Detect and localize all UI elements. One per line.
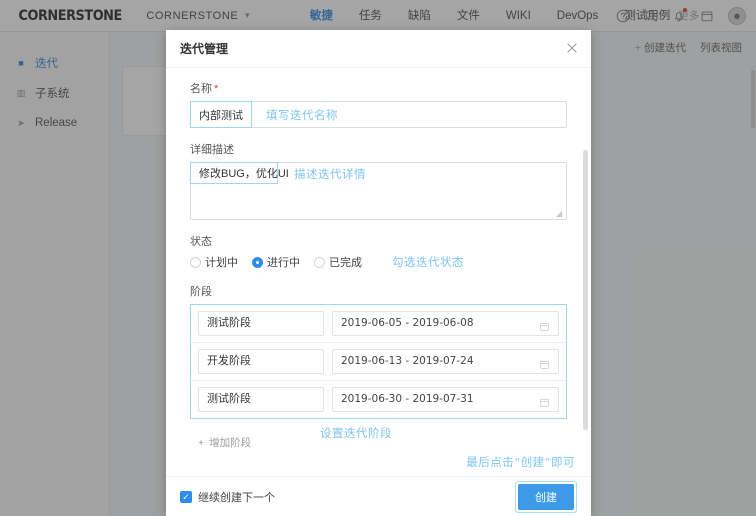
resize-grip-icon[interactable]: ◢ [556, 210, 564, 218]
add-phase-row: + 增加阶段 设置迭代阶段 [190, 426, 567, 457]
radio-dot-icon [190, 256, 201, 268]
dialog-title: 迭代管理 [180, 42, 229, 56]
phase-date-range-input[interactable]: 2019-06-13 - 2019-07-24 [332, 349, 559, 374]
radio-label: 计划中 [205, 257, 238, 269]
radio-planned[interactable]: 计划中 [190, 254, 238, 270]
status-radio-group: 计划中 进行中 已完成 勾选迭代状态 [190, 254, 567, 270]
phase-name-input[interactable]: 测试阶段 [198, 311, 324, 336]
dialog-footer: ✓ 继续创建下一个 创建 [166, 476, 591, 516]
calendar-icon[interactable] [539, 356, 550, 369]
continue-create-label: 继续创建下一个 [198, 491, 275, 504]
dialog-scrollbar-thumb[interactable] [583, 150, 588, 430]
required-asterisk: * [214, 83, 219, 95]
phase-name-input[interactable]: 开发阶段 [198, 349, 324, 374]
phase-date-value: 2019-06-30 - 2019-07-31 [341, 393, 474, 405]
dialog-body: 名称 * 内部测试 填写迭代名称 详细描述 ◢ 修改BUG，优化UI 描述迭代详情 [166, 68, 591, 476]
field-status: 状态 计划中 进行中 已完成 勾选迭代状态 [190, 233, 567, 270]
app-root: CORNERSTONE CORNERSTONE ▼ 敏捷 任务 缺陷 文件 WI… [0, 0, 756, 516]
close-icon[interactable] [565, 41, 579, 55]
plus-icon: + [198, 436, 205, 449]
calendar-icon[interactable] [539, 318, 550, 331]
radio-dot-selected-icon [252, 256, 263, 268]
field-description: 详细描述 ◢ 修改BUG，优化UI 描述迭代详情 [190, 141, 567, 220]
phase-row: 测试阶段 2019-06-05 - 2019-06-08 [191, 305, 566, 342]
phase-row: 测试阶段 2019-06-30 - 2019-07-31 [191, 380, 566, 418]
radio-dot-icon [314, 256, 325, 268]
field-name: 名称 * 内部测试 填写迭代名称 [190, 80, 567, 128]
phase-annotation: 设置迭代阶段 [320, 426, 392, 440]
status-annotation: 勾选迭代状态 [392, 255, 464, 269]
create-button[interactable]: 创建 [518, 483, 574, 510]
radio-completed[interactable]: 已完成 [314, 254, 362, 270]
name-input-value[interactable]: 内部测试 [190, 101, 252, 128]
description-label: 详细描述 [190, 144, 234, 156]
description-annotation: 描述迭代详情 [294, 167, 366, 181]
checkbox-checked-icon: ✓ [180, 490, 192, 503]
add-phase-button[interactable]: + 增加阶段 [198, 435, 251, 450]
final-annotation: 最后点击“创建”即可 [466, 455, 575, 469]
phase-date-value: 2019-06-05 - 2019-06-08 [341, 317, 474, 329]
phase-label: 阶段 [190, 286, 212, 298]
radio-label: 进行中 [267, 257, 300, 269]
phase-name-input[interactable]: 测试阶段 [198, 387, 324, 412]
name-input-wrap: 内部测试 填写迭代名称 [190, 101, 567, 128]
radio-in-progress[interactable]: 进行中 [252, 254, 300, 270]
name-label: 名称 * [190, 80, 567, 96]
phase-date-range-input[interactable]: 2019-06-05 - 2019-06-08 [332, 311, 559, 336]
phase-date-value: 2019-06-13 - 2019-07-24 [341, 355, 474, 367]
status-label: 状态 [190, 236, 212, 248]
name-label-text: 名称 [190, 83, 212, 95]
radio-label: 已完成 [329, 257, 362, 269]
description-input-wrap: ◢ 修改BUG，优化UI 描述迭代详情 [190, 162, 567, 220]
phase-date-range-input[interactable]: 2019-06-30 - 2019-07-31 [332, 387, 559, 412]
create-button-focus-ring: 创建 [515, 480, 577, 513]
description-value[interactable]: 修改BUG，优化UI [190, 162, 289, 184]
dialog-header: 迭代管理 [166, 30, 591, 68]
field-phases: 阶段 测试阶段 2019-06-05 - 2019-06-08 开发阶段 201… [190, 283, 567, 457]
calendar-icon[interactable] [539, 394, 550, 407]
iteration-management-dialog: 迭代管理 名称 * 内部测试 填写迭代名称 详细描述 ◢ 修改BUG，优化UI … [166, 30, 591, 516]
add-phase-label: 增加阶段 [209, 437, 252, 449]
phase-row: 开发阶段 2019-06-13 - 2019-07-24 [191, 342, 566, 380]
phase-list: 测试阶段 2019-06-05 - 2019-06-08 开发阶段 2019-0… [190, 304, 567, 419]
continue-create-checkbox[interactable]: ✓ 继续创建下一个 [180, 489, 275, 505]
name-annotation: 填写迭代名称 [266, 108, 338, 122]
